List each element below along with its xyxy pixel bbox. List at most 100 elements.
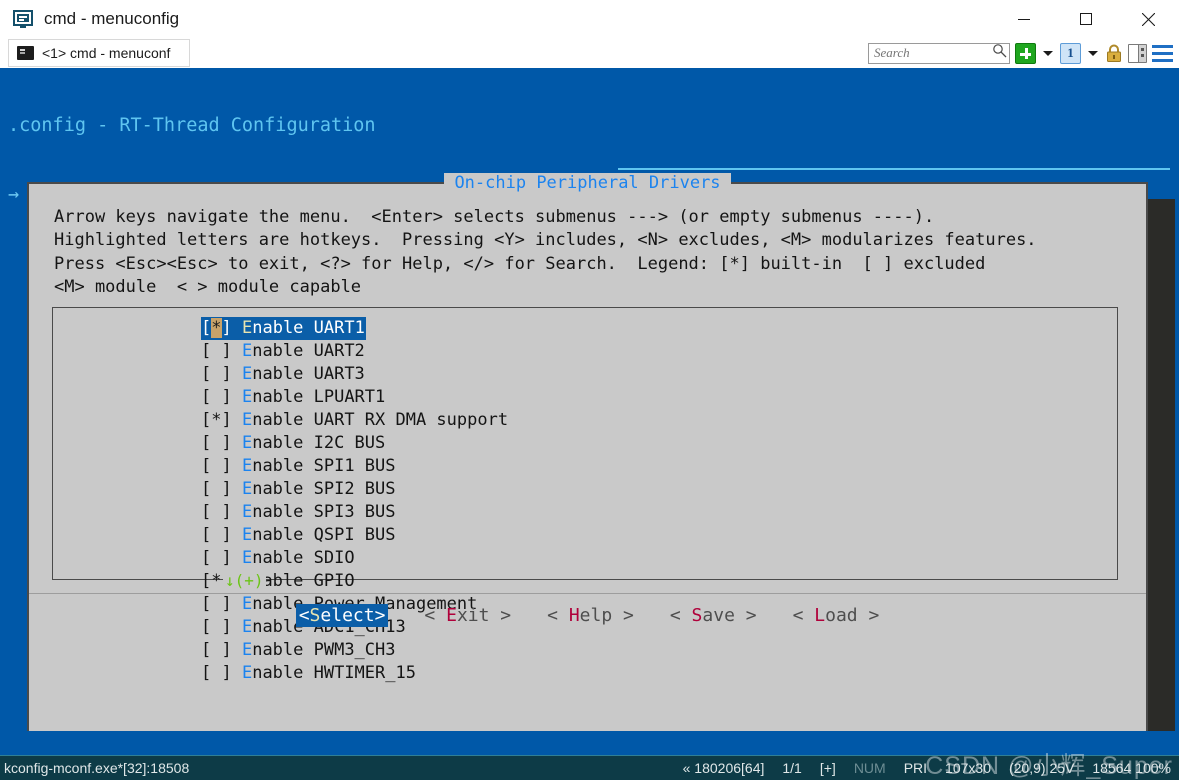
- menu-item-label: nable UART2: [252, 341, 365, 361]
- status-num: NUM: [853, 760, 886, 776]
- window-controls: [993, 0, 1179, 38]
- new-tab-chevron-down-icon[interactable]: [1043, 50, 1053, 56]
- menu-item[interactable]: [ ] Enable I2C BUS: [201, 432, 508, 455]
- maximize-button[interactable]: [1055, 0, 1117, 38]
- checkbox-mark: [ ]: [201, 433, 242, 453]
- search-input[interactable]: [874, 45, 992, 61]
- dialog-button-select[interactable]: <Select>: [295, 604, 389, 627]
- menu-item-label: nable GPIO: [252, 571, 355, 591]
- window-title: cmd - menuconfig: [44, 9, 180, 28]
- menu-item[interactable]: [ ] Enable LPUART1: [201, 386, 508, 409]
- config-title: .config - RT-Thread Configuration: [8, 115, 376, 136]
- menu-item[interactable]: [ ] Enable UART3: [201, 363, 508, 386]
- hotkey-letter: S: [691, 605, 703, 626]
- checkbox-mark: [ ]: [201, 525, 242, 545]
- toolbar: 1: [868, 38, 1173, 68]
- tab-cmd-menuconf[interactable]: <1> cmd - menuconf: [8, 39, 190, 67]
- hotkey-letter: E: [241, 456, 253, 476]
- menu-item-label: nable I2C BUS: [252, 433, 386, 453]
- status-plus: [+]: [819, 760, 836, 776]
- hotkey-letter: E: [241, 410, 253, 430]
- new-tab-button[interactable]: [1015, 42, 1036, 64]
- menu-item-label: nable SPI3 BUS: [252, 502, 396, 522]
- menu-item[interactable]: [ ] Enable QSPI BUS: [201, 524, 508, 547]
- menu-listbox[interactable]: [*] Enable UART1[ ] Enable UART2[ ] Enab…: [52, 307, 1118, 683]
- status-build: « 180206[64]: [682, 760, 765, 776]
- checkbox-mark: [ ]: [201, 364, 242, 384]
- dialog-title: On-chip Peripheral Drivers: [29, 173, 1146, 193]
- tab-label: <1> cmd - menuconf: [42, 45, 171, 61]
- hotkey-letter: E: [241, 433, 253, 453]
- hotkey-letter: E: [446, 605, 457, 626]
- menu-item[interactable]: [ ] Enable HWTIMER_15: [201, 662, 508, 685]
- split-pane-icon[interactable]: [1128, 43, 1147, 63]
- hotkey-letter: E: [241, 663, 253, 683]
- menu-item[interactable]: [*] Enable UART1: [201, 317, 366, 340]
- console-window-icon: [12, 8, 34, 30]
- hotkey-letter: E: [241, 525, 253, 545]
- scroll-down-indicator[interactable]: ↓(+): [223, 571, 266, 590]
- menu-item-label: nable UART1: [252, 318, 365, 338]
- dialog-button-help[interactable]: < Help >: [547, 604, 634, 627]
- checkbox-mark: [ ]: [201, 341, 242, 361]
- hotkey-letter: L: [814, 605, 826, 626]
- pane-chevron-down-icon[interactable]: [1088, 50, 1098, 56]
- hotkey-letter: E: [241, 548, 253, 568]
- cursor-block: *: [211, 318, 222, 338]
- hotkey-letter: E: [241, 387, 253, 407]
- status-coords: (20,9) 25V: [1008, 760, 1075, 776]
- dialog-separator: [29, 593, 1146, 594]
- menu-item[interactable]: [ ] Enable PWM3_CH3: [201, 639, 508, 662]
- status-right: « 180206[64] 1/1 [+] NUM PRI 107x30 (20,…: [683, 760, 1171, 776]
- header-rule: [618, 168, 1170, 170]
- hotkey-letter: E: [241, 502, 253, 522]
- menu-item[interactable]: [*] Enable UART RX DMA support: [201, 409, 508, 432]
- hotkey-letter: E: [241, 640, 253, 660]
- lock-icon[interactable]: [1105, 43, 1123, 64]
- menu-item-label: nable UART RX DMA support: [252, 410, 509, 430]
- status-process: kconfig-mconf.exe*[32]:18508: [4, 760, 190, 776]
- new-tab-icon: [1015, 42, 1036, 64]
- dialog-button-exit[interactable]: < Exit >: [424, 604, 511, 627]
- menu-item-label: nable SDIO: [252, 548, 355, 568]
- menu-item-label: nable QSPI BUS: [252, 525, 396, 545]
- checkbox-mark: [ ]: [201, 640, 242, 660]
- status-pri: PRI: [903, 760, 928, 776]
- menu-item-label: nable HWTIMER_15: [252, 663, 416, 683]
- app-window: cmd - menuconfig <1> cmd - menuconf Sear…: [0, 0, 1179, 780]
- menu-item[interactable]: [ ] Enable SPI2 BUS: [201, 478, 508, 501]
- menu-item[interactable]: [ ] Enable UART2: [201, 340, 508, 363]
- hotkey-letter: E: [241, 341, 253, 361]
- dialog-buttons: <Select> < Exit > < Help > < Save > < Load >: [29, 604, 1146, 627]
- menu-item[interactable]: [ ] Enable SPI1 BUS: [201, 455, 508, 478]
- menu-item-label: nable PWM3_CH3: [252, 640, 396, 660]
- close-button[interactable]: [1117, 0, 1179, 38]
- dialog-button-load[interactable]: < Load >: [793, 604, 880, 627]
- checkbox-mark: [ ]: [201, 456, 242, 476]
- checkbox-mark: [ ]: [201, 479, 242, 499]
- status-bar: kconfig-mconf.exe*[32]:18508 « 180206[64…: [0, 752, 1179, 780]
- hotkey-letter: E: [241, 479, 253, 499]
- title-bar: cmd - menuconfig: [0, 0, 1179, 38]
- menu-item[interactable]: [ ] Enable SDIO: [201, 547, 508, 570]
- menu-items: [*] Enable UART1[ ] Enable UART2[ ] Enab…: [201, 317, 508, 685]
- minimize-button[interactable]: [993, 0, 1055, 38]
- search-icon[interactable]: [992, 43, 1007, 63]
- help-text: Arrow keys navigate the menu. <Enter> se…: [54, 207, 1037, 297]
- hotkey-letter: H: [568, 605, 580, 626]
- hotkey-letter: E: [241, 318, 253, 338]
- menu-item-label: nable SPI2 BUS: [252, 479, 396, 499]
- console-body: .config - RT-Thread Configuration → Hard…: [0, 68, 1179, 755]
- checkbox-mark: [ ]: [201, 502, 242, 522]
- menu-item-label: nable LPUART1: [252, 387, 386, 407]
- pane-count-icon[interactable]: 1: [1060, 42, 1081, 64]
- console-icon: [17, 46, 34, 60]
- dialog-button-save[interactable]: < Save >: [670, 604, 757, 627]
- checkbox-mark: [ ]: [201, 548, 242, 568]
- checkbox-mark: [*]: [201, 410, 242, 430]
- menu-icon[interactable]: [1152, 44, 1173, 62]
- menu-item-label: nable UART3: [252, 364, 365, 384]
- status-memory: 18564 100%: [1092, 760, 1171, 776]
- search-box[interactable]: [868, 42, 1010, 64]
- menu-item[interactable]: [ ] Enable SPI3 BUS: [201, 501, 508, 524]
